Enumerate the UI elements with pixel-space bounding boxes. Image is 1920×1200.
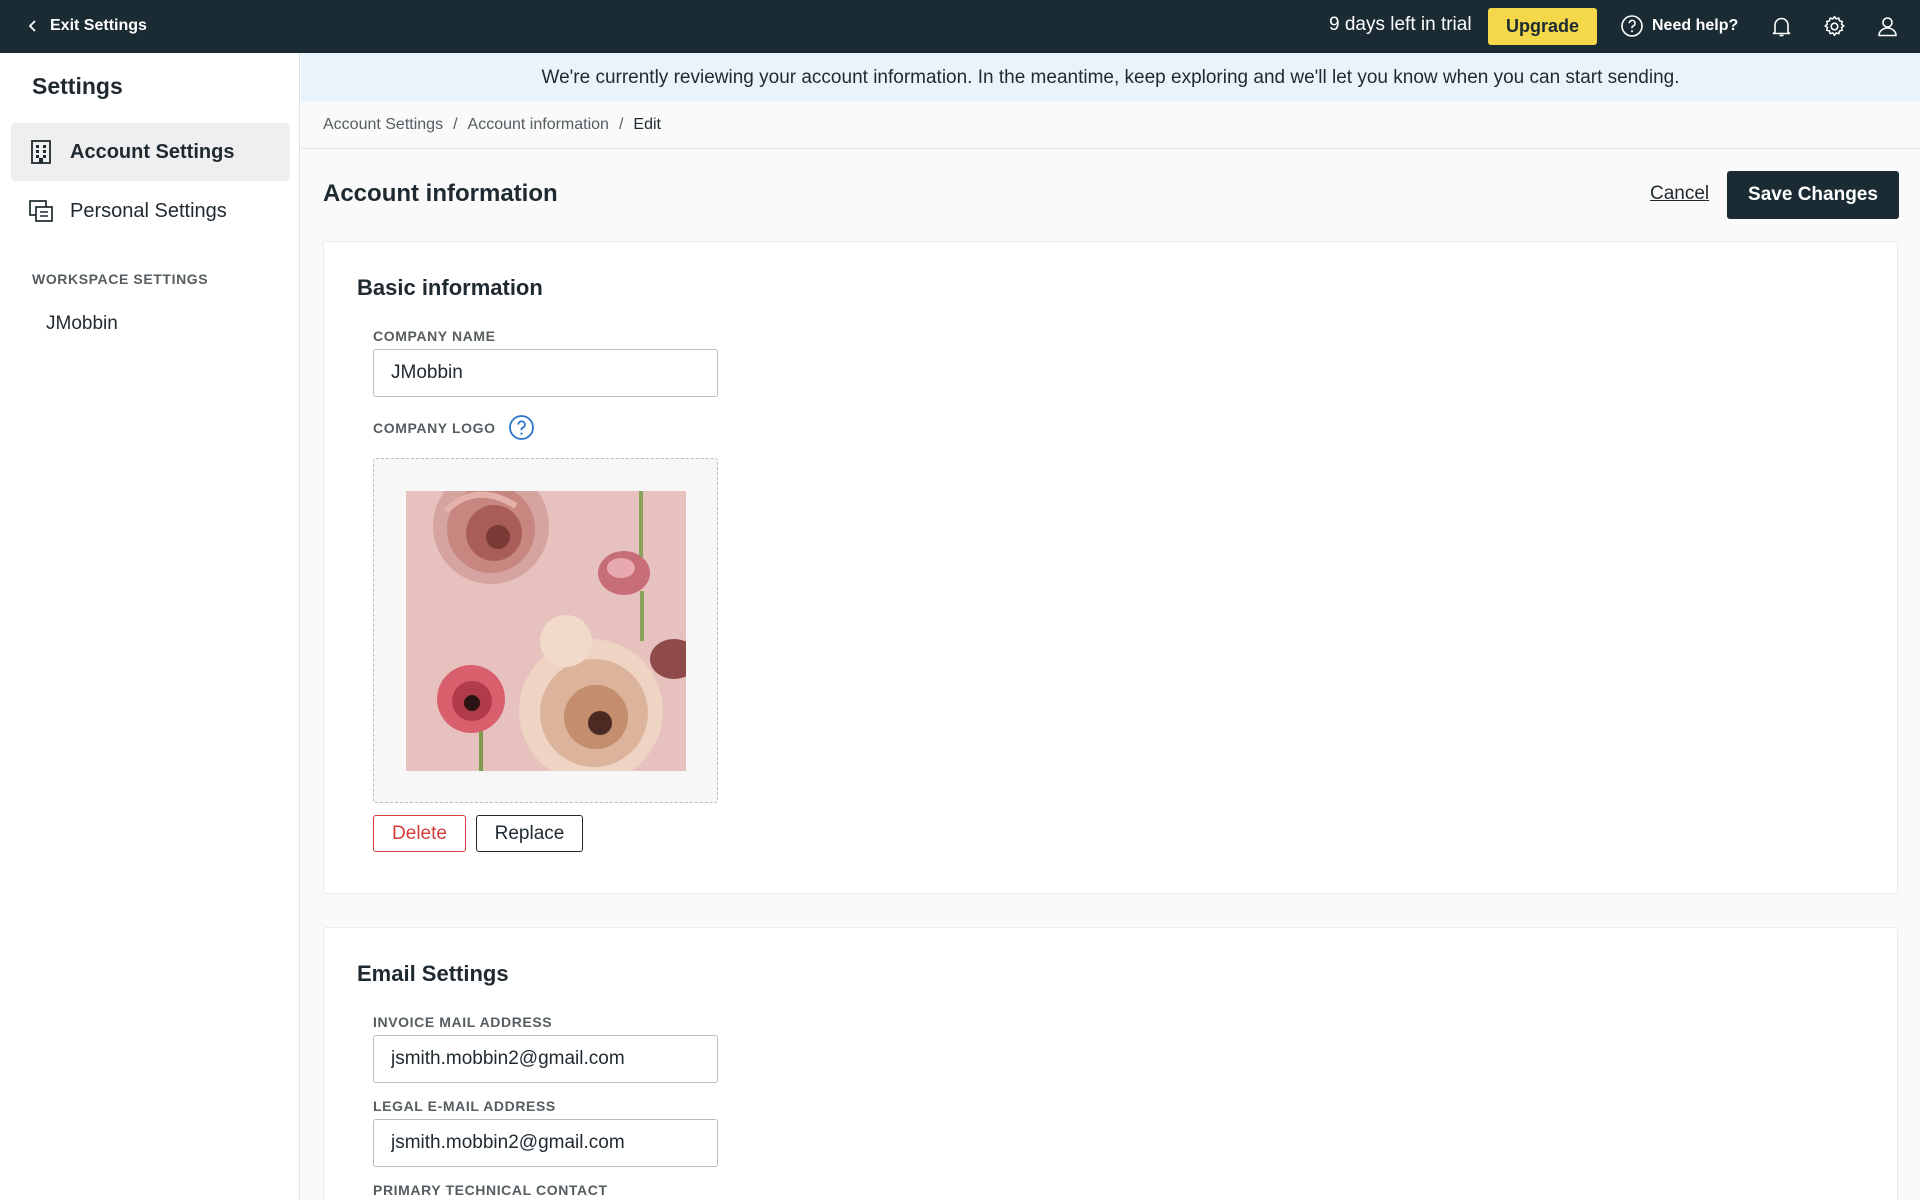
email-settings-card: Email Settings INVOICE MAIL ADDRESS LEGA… — [323, 927, 1898, 1200]
invoice-mail-label: INVOICE MAIL ADDRESS — [373, 1014, 553, 1030]
breadcrumb-separator: / — [453, 116, 458, 133]
primary-technical-contact-label: PRIMARY TECHNICAL CONTACT — [373, 1182, 608, 1198]
legal-email-label: LEGAL E-MAIL ADDRESS — [373, 1098, 556, 1114]
top-bar: Exit Settings 9 days left in trial Upgra… — [0, 0, 1920, 53]
company-logo-label: COMPANY LOGO — [373, 420, 496, 436]
sidebar-item-label: Personal Settings — [70, 199, 227, 222]
need-help-button[interactable]: Need help? — [1620, 14, 1738, 38]
email-settings-title: Email Settings — [357, 961, 509, 986]
profile-card-icon — [29, 200, 53, 222]
review-notice-banner: We're currently reviewing your account i… — [301, 53, 1920, 102]
sidebar-item-workspace[interactable]: JMobbin — [46, 313, 118, 335]
user-account-icon[interactable] — [1875, 14, 1900, 39]
basic-information-title: Basic information — [357, 275, 543, 300]
chevron-left-icon — [28, 20, 36, 32]
trial-status: 9 days left in trial — [1329, 14, 1472, 35]
help-circle-icon — [1621, 15, 1643, 37]
notifications-bell-icon[interactable] — [1769, 14, 1794, 39]
page-title: Account information — [323, 180, 558, 207]
sidebar-title: Settings — [32, 73, 123, 99]
breadcrumb-account-information[interactable]: Account information — [468, 116, 609, 134]
upgrade-button[interactable]: Upgrade — [1488, 8, 1597, 45]
breadcrumb-separator: / — [618, 116, 624, 133]
need-help-label: Need help? — [1652, 17, 1739, 34]
sidebar: Settings Account Settings Personal Setti… — [0, 53, 300, 1200]
sidebar-item-label: Account Settings — [70, 140, 235, 163]
delete-logo-button[interactable]: Delete — [373, 815, 466, 852]
workspace-settings-heading: WORKSPACE SETTINGS — [32, 271, 209, 287]
exit-settings-link[interactable]: Exit Settings — [26, 17, 147, 35]
breadcrumb-account-settings[interactable]: Account Settings — [323, 116, 443, 134]
building-icon — [31, 140, 51, 164]
replace-logo-button[interactable]: Replace — [476, 815, 583, 852]
company-name-input[interactable] — [373, 349, 718, 397]
breadcrumb: Account Settings / Account information /… — [323, 116, 661, 134]
basic-information-card: Basic information COMPANY NAME COMPANY L… — [323, 241, 1898, 894]
invoice-mail-input[interactable] — [373, 1035, 718, 1083]
cancel-link[interactable]: Cancel — [1650, 183, 1709, 205]
breadcrumb-divider — [301, 148, 1920, 149]
company-name-label: COMPANY NAME — [373, 328, 496, 344]
question-mark-icon[interactable] — [508, 414, 535, 441]
legal-email-input[interactable] — [373, 1119, 718, 1167]
sidebar-item-personal-settings[interactable]: Personal Settings — [11, 182, 290, 240]
company-logo-image — [406, 491, 686, 771]
breadcrumb-current: Edit — [633, 116, 661, 133]
gear-icon[interactable] — [1822, 14, 1847, 39]
logo-upload-dropzone[interactable] — [373, 458, 718, 803]
exit-settings-label: Exit Settings — [50, 17, 147, 34]
sidebar-item-account-settings[interactable]: Account Settings — [11, 123, 290, 181]
save-changes-button[interactable]: Save Changes — [1727, 171, 1899, 219]
